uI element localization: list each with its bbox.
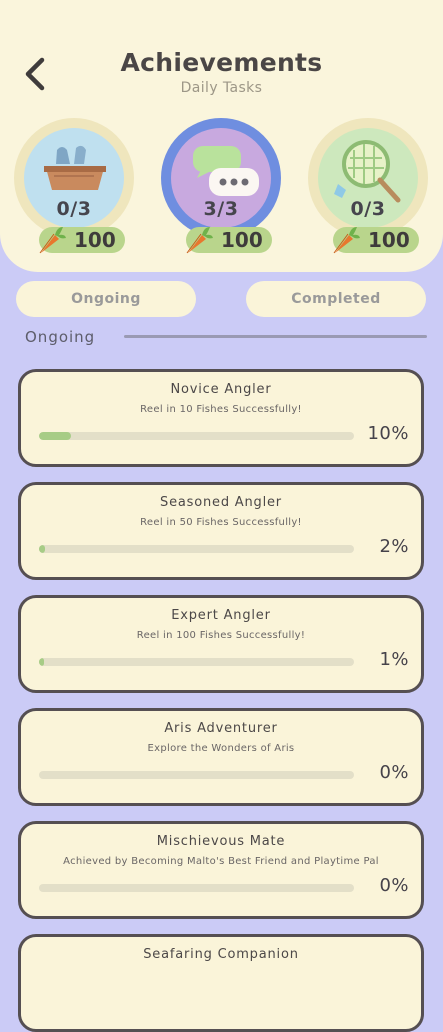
achievement-description: Reel in 50 Fishes Successfully! xyxy=(140,517,302,528)
achievement-description: Explore the Wonders of Aris xyxy=(147,743,295,754)
achievement-card[interactable]: Seafaring Companion xyxy=(18,934,424,1032)
section-label: Ongoing xyxy=(25,328,96,346)
task-count: 0/3 xyxy=(56,198,92,220)
achievement-card[interactable]: Mischievous Mate Achieved by Becoming Ma… xyxy=(18,821,424,919)
reward-pill: 100 xyxy=(186,227,272,254)
achievement-card[interactable]: Aris Adventurer Explore the Wonders of A… xyxy=(18,708,424,806)
reward-pill: 100 xyxy=(333,227,419,254)
task-count: 3/3 xyxy=(203,198,239,220)
progress-bar xyxy=(39,771,354,779)
achievement-card[interactable]: Expert Angler Reel in 100 Fishes Success… xyxy=(18,595,424,693)
progress-percent: 0% xyxy=(379,762,409,783)
progress-percent: 0% xyxy=(379,875,409,896)
achievement-title: Mischievous Mate xyxy=(156,834,286,849)
progress-fill xyxy=(39,658,44,666)
header-panel: Achievements Daily Tasks 0/3 100 3/3 100… xyxy=(0,0,443,272)
progress-bar xyxy=(39,884,354,892)
reward-pill: 100 xyxy=(39,227,125,254)
progress-fill xyxy=(39,545,46,553)
page-subtitle: Daily Tasks xyxy=(180,80,263,96)
progress-percent: 1% xyxy=(379,649,409,670)
achievement-title: Novice Angler xyxy=(170,382,272,397)
carrot-icon xyxy=(186,227,213,254)
progress-fill xyxy=(39,432,71,440)
progress-bar xyxy=(39,658,354,666)
achievement-title: Aris Adventurer xyxy=(164,721,278,736)
daily-task-2[interactable]: 3/3 100 xyxy=(161,118,281,258)
progress-bar xyxy=(39,545,354,553)
progress-percent: 2% xyxy=(379,536,409,557)
tab-completed[interactable]: Completed xyxy=(246,281,426,317)
achievement-card[interactable]: Seasoned Angler Reel in 50 Fishes Succes… xyxy=(18,482,424,580)
achievement-title: Seasoned Angler xyxy=(160,495,282,510)
reward-value: 100 xyxy=(74,228,116,252)
carrot-icon xyxy=(39,227,66,254)
tab-ongoing[interactable]: Ongoing xyxy=(16,281,196,317)
achievement-description: Reel in 10 Fishes Successfully! xyxy=(140,404,302,415)
achievement-description: Achieved by Becoming Malto's Best Friend… xyxy=(63,856,379,867)
daily-task-3[interactable]: 0/3 100 xyxy=(308,118,428,258)
section-divider xyxy=(124,335,427,338)
task-count: 0/3 xyxy=(350,198,386,220)
progress-percent: 10% xyxy=(367,423,409,444)
carrot-icon xyxy=(333,227,360,254)
achievement-title: Expert Angler xyxy=(171,608,271,623)
page-title: Achievements xyxy=(120,48,323,77)
reward-value: 100 xyxy=(368,228,410,252)
achievement-card[interactable]: Novice Angler Reel in 10 Fishes Successf… xyxy=(18,369,424,467)
daily-task-1[interactable]: 0/3 100 xyxy=(14,118,134,258)
reward-value: 100 xyxy=(221,228,263,252)
achievement-description: Reel in 100 Fishes Successfully! xyxy=(136,630,306,641)
progress-bar xyxy=(39,432,354,440)
